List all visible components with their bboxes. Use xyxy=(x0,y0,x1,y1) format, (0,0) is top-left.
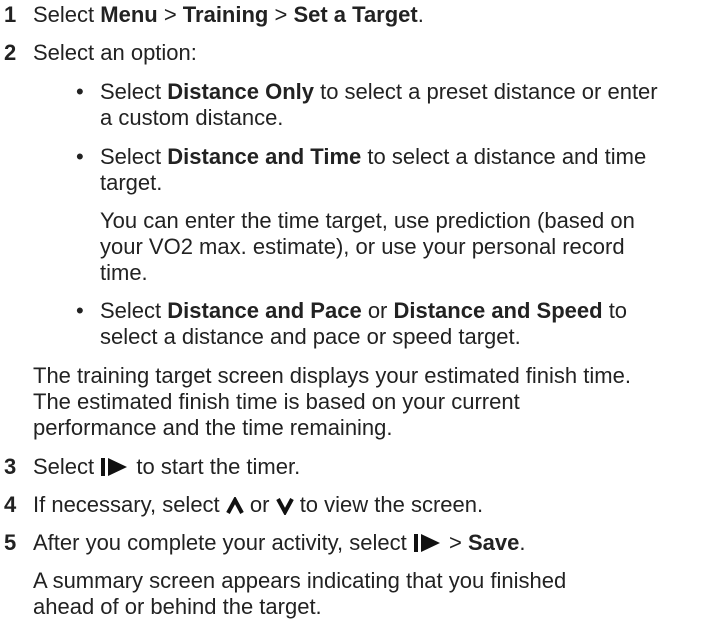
option-text-cont: target. xyxy=(100,170,163,195)
screen-note-line: performance and the time remaining. xyxy=(33,415,393,440)
bullet: • xyxy=(76,79,84,104)
up-icon xyxy=(226,497,244,515)
option-text-cont: select a distance and pace or speed targ… xyxy=(100,324,521,349)
option-text: Select Distance Only to select a preset … xyxy=(100,79,658,104)
step-number: 1 xyxy=(4,2,17,27)
summary-note-line: ahead of or behind the target. xyxy=(33,594,322,619)
step-text: Select an option: xyxy=(33,40,197,65)
bullet: • xyxy=(76,298,84,323)
step-number: 3 xyxy=(4,454,17,479)
bullet: • xyxy=(76,144,84,169)
time-note-line: You can enter the time target, use predi… xyxy=(100,208,635,233)
summary-note-line: A summary screen appears indicating that… xyxy=(33,568,567,593)
manual-page: 1 Select Menu > Training > Set a Target.… xyxy=(0,0,703,619)
step-text: If necessary, select or to view the scre… xyxy=(33,492,484,517)
step-text: After you complete your activity, select… xyxy=(33,530,526,555)
start-stop-icon xyxy=(413,533,443,553)
time-note-line: time. xyxy=(100,260,148,285)
step-text: Select to start the timer. xyxy=(33,454,301,479)
screen-note-line: The training target screen displays your… xyxy=(33,363,631,388)
down-icon xyxy=(275,497,294,515)
step-number: 4 xyxy=(4,492,17,517)
option-text: Select Distance and Pace or Distance and… xyxy=(100,298,628,323)
option-text: Select Distance and Time to select a dis… xyxy=(100,144,647,169)
step-number: 2 xyxy=(4,40,17,65)
step-text: Select Menu > Training > Set a Target. xyxy=(33,2,424,27)
start-stop-icon xyxy=(100,457,130,477)
time-note-line: your VO2 max. estimate), or use your per… xyxy=(100,234,625,259)
option-text-cont: a custom distance. xyxy=(100,105,284,130)
screen-note-line: The estimated finish time is based on yo… xyxy=(33,389,520,414)
step-number: 5 xyxy=(4,530,17,555)
